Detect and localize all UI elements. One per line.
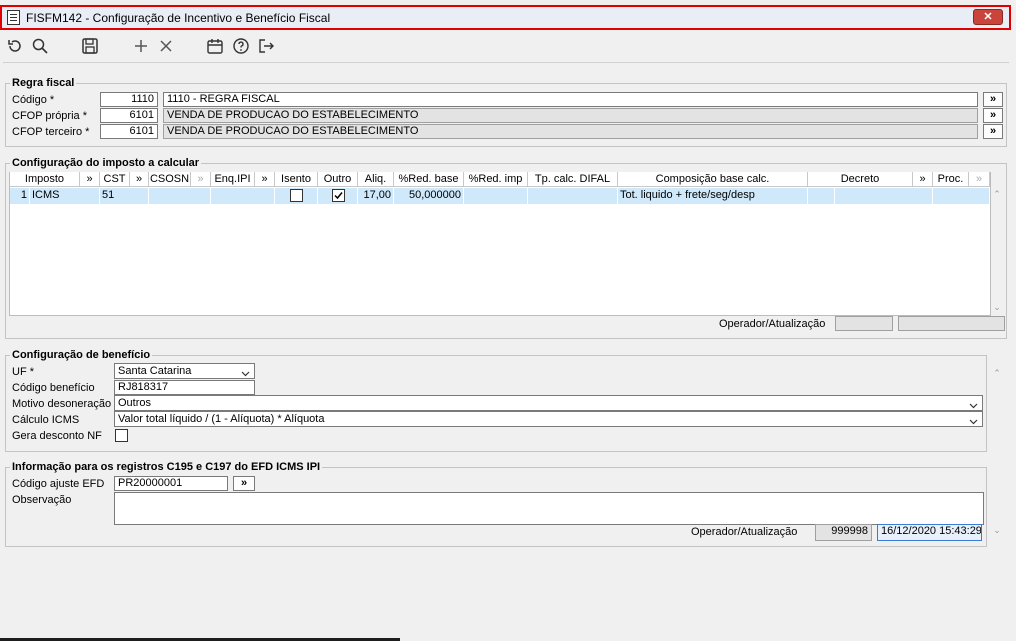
col-proc[interactable]: Proc. [933,172,969,187]
add-icon[interactable] [131,36,151,56]
col-proc-lookup[interactable]: » [969,172,990,187]
imposto-operador-label: Operador/Atualização [719,318,826,330]
main-window: FISFM142 - Configuração de Incentivo e B… [0,0,1016,641]
scroll-up-icon[interactable]: ⌃ [991,368,1003,379]
codigo-ajuste-input[interactable]: PR20000001 [114,476,228,491]
imposto-legend: Configuração do imposto a calcular [10,157,202,169]
row-number: 1 [10,188,30,204]
calculo-icms-select[interactable]: Valor total líquido / (1 - Alíquota) * A… [114,411,983,427]
calculo-icms-label: Cálculo ICMS [12,414,80,426]
col-cst[interactable]: CST [100,172,130,187]
search-icon[interactable] [30,36,50,56]
col-red-imp[interactable]: %Red. imp [464,172,528,187]
cell-red-imp[interactable] [464,188,528,204]
col-red-base[interactable]: %Red. base [394,172,464,187]
cfop-terceiro-label: CFOP terceiro * [12,126,90,138]
cell-red-base[interactable]: 50,000000 [394,188,464,204]
col-decreto-lookup[interactable]: » [913,172,933,187]
efd-legend: Informação para os registros C195 e C197… [10,461,323,473]
exit-icon[interactable] [256,36,276,56]
refresh-icon[interactable] [5,36,25,56]
codigo-ajuste-label: Código ajuste EFD [12,478,105,490]
codigo-beneficio-label: Código benefício [12,382,95,394]
title-bar: FISFM142 - Configuração de Incentivo e B… [0,5,1011,30]
cell-composicao[interactable]: Tot. liquido + frete/seg/desp [618,188,808,204]
calculo-icms-value: Valor total líquido / (1 - Alíquota) * A… [118,413,325,425]
cell-cst[interactable]: 51 [100,188,149,204]
document-icon [7,10,20,25]
window-title: FISFM142 - Configuração de Incentivo e B… [26,11,331,25]
codigo-desc-field[interactable]: 1110 - REGRA FISCAL [163,92,978,107]
regra-fiscal-legend: Regra fiscal [10,77,77,89]
toolbar-divider [3,62,1009,63]
efd-atualizacao-field: 16/12/2020 15:43:29 [877,524,982,541]
imposto-atualizacao-field [898,316,1005,331]
col-aliq[interactable]: Aliq. [358,172,394,187]
codigo-ajuste-lookup-button[interactable]: » [233,476,255,491]
col-imposto[interactable]: Imposto [10,172,80,187]
col-enq-ipi-lookup[interactable]: » [255,172,275,187]
observacao-label: Observação [12,494,72,506]
codigo-lookup-button[interactable]: » [983,92,1003,107]
isento-checkbox[interactable] [290,189,303,202]
cell-decreto-code[interactable] [808,188,835,204]
cell-proc[interactable] [933,188,990,204]
close-button[interactable]: ✕ [973,9,1003,25]
form-scrollbar[interactable]: ⌃ ⌄ [991,368,1003,536]
check-icon [334,192,343,200]
grid-scrollbar[interactable]: ⌃ ⌄ [991,189,1003,313]
cfop-propria-desc-field: VENDA DE PRODUCAO DO ESTABELECIMENTO [163,108,978,123]
motivo-desoneracao-label: Motivo desoneração [12,398,112,410]
codigo-beneficio-input[interactable]: RJ818317 [114,380,255,395]
calendar-icon[interactable] [205,36,225,56]
codigo-input[interactable]: 1110 [100,92,158,107]
efd-operador-field: 999998 [815,524,872,541]
cfop-terceiro-desc-field: VENDA DE PRODUCAO DO ESTABELECIMENTO [163,124,978,139]
cell-csosn[interactable] [149,188,211,204]
cell-decreto[interactable] [835,188,933,204]
col-isento[interactable]: Isento [275,172,318,187]
beneficio-legend: Configuração de benefício [10,349,153,361]
cfop-propria-lookup-button[interactable]: » [983,108,1003,123]
cfop-terceiro-lookup-button[interactable]: » [983,124,1003,139]
col-cst-lookup[interactable]: » [130,172,149,187]
gera-desconto-label: Gera desconto NF [12,430,102,442]
chevron-down-icon [969,415,978,429]
col-tp-calc-difal[interactable]: Tp. calc. DIFAL [528,172,618,187]
motivo-desoneracao-select[interactable]: Outros [114,395,983,411]
observacao-textarea[interactable] [114,492,984,525]
col-decreto[interactable]: Decreto [808,172,913,187]
cell-imposto[interactable]: ICMS [30,188,100,204]
scroll-up-icon[interactable]: ⌃ [991,189,1003,200]
efd-operador-label: Operador/Atualização [691,526,798,538]
cfop-propria-input[interactable]: 6101 [100,108,158,123]
scroll-down-icon[interactable]: ⌄ [991,302,1003,313]
outro-checkbox[interactable] [332,189,345,202]
chevron-down-icon [241,367,250,381]
scroll-down-icon[interactable]: ⌄ [991,525,1003,536]
cell-enq-ipi[interactable] [211,188,275,204]
gera-desconto-checkbox[interactable] [115,429,128,442]
col-composicao[interactable]: Composição base calc. [618,172,808,187]
imposto-operador-field [835,316,893,331]
uf-label: UF * [12,366,34,378]
cfop-terceiro-input[interactable]: 6101 [100,124,158,139]
col-enq-ipi[interactable]: Enq.IPI [211,172,255,187]
motivo-desoneracao-value: Outros [118,397,152,409]
col-imposto-lookup[interactable]: » [80,172,100,187]
col-csosn-lookup[interactable]: » [191,172,211,187]
delete-icon[interactable] [156,36,176,56]
uf-select[interactable]: Santa Catarina [114,363,255,379]
codigo-label: Código * [12,94,55,106]
cell-tp-calc-difal[interactable] [528,188,618,204]
help-icon[interactable] [231,36,251,56]
col-outro[interactable]: Outro [318,172,358,187]
cfop-propria-label: CFOP própria * [12,110,87,122]
cell-aliq[interactable]: 17,00 [358,188,394,204]
save-icon[interactable] [80,36,100,56]
uf-select-value: Santa Catarina [118,365,192,377]
col-csosn[interactable]: CSOSN [149,172,191,187]
